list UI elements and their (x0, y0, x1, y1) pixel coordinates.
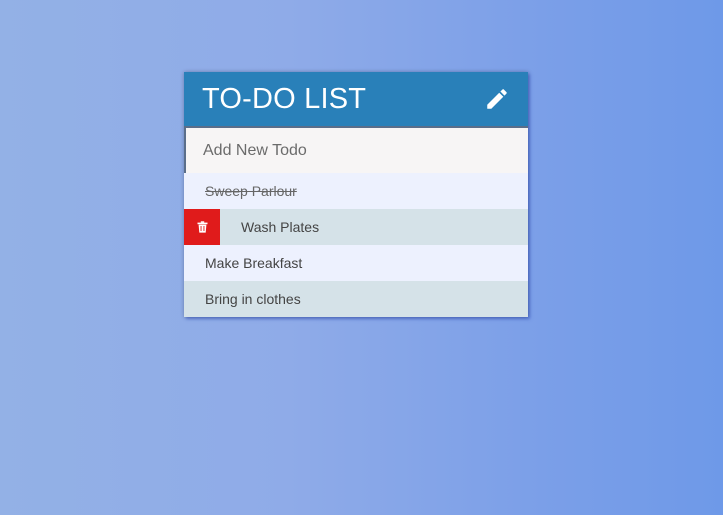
pencil-icon[interactable] (484, 86, 510, 112)
todo-text: Wash Plates (241, 219, 320, 235)
todo-item[interactable]: Sweep Parlour (184, 173, 528, 209)
todo-text: Bring in clothes (205, 291, 301, 307)
todo-item[interactable]: Bring in clothes (184, 281, 528, 317)
todo-item[interactable]: Wash Plates (184, 209, 528, 245)
todo-list: Sweep Parlour Wash Plates Make Breakfast (184, 173, 528, 317)
page-title: TO-DO LIST (202, 82, 367, 115)
new-todo-input[interactable] (184, 126, 528, 173)
todo-text: Make Breakfast (205, 255, 303, 271)
todo-text: Sweep Parlour (205, 183, 297, 199)
todo-header: TO-DO LIST (184, 72, 528, 126)
todo-card: TO-DO LIST Sweep Parlour (184, 72, 528, 317)
delete-button[interactable] (184, 209, 220, 245)
todo-item[interactable]: Make Breakfast (184, 245, 528, 281)
trash-icon (197, 221, 208, 233)
